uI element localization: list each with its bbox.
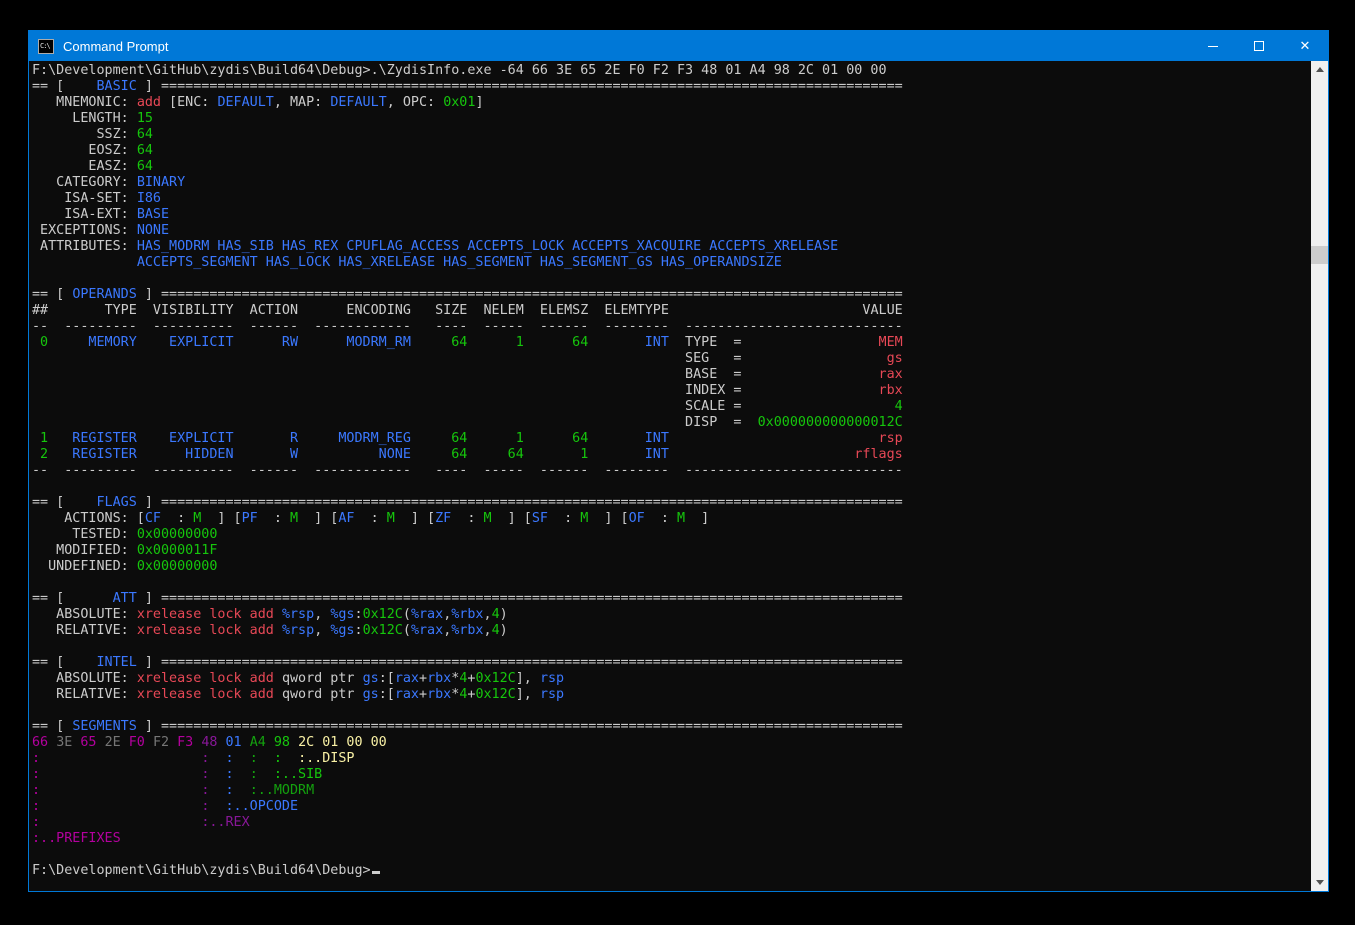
console-line: EXCEPTIONS: NONE [32,223,1310,239]
console-line: ## TYPE VISIBILITY ACTION ENCODING SIZE … [32,303,1310,319]
console-line [32,575,1310,591]
console-line [32,271,1310,287]
console-line: LENGTH: 15 [32,111,1310,127]
console-line: SSZ: 64 [32,127,1310,143]
console-line [32,703,1310,719]
console-line: == [ FLAGS ] ===========================… [32,495,1310,511]
console-line: ABSOLUTE: xrelease lock add %rsp, %gs:0x… [32,607,1310,623]
console-line: : : : : : :..DISP [32,751,1310,767]
console-line: TESTED: 0x00000000 [32,527,1310,543]
text-cursor [372,871,380,874]
console-line: ACTIONS: [CF : M ] [PF : M ] [AF : M ] [… [32,511,1310,527]
scrollbar-track[interactable] [1311,61,1328,891]
console-line: ISA-EXT: BASE [32,207,1310,223]
minimize-icon [1208,46,1218,47]
console-line: : :..REX [32,815,1310,831]
console-line: 1 REGISTER EXPLICIT R MODRM_REG 64 1 64 … [32,431,1310,447]
console-line: : : :..OPCODE [32,799,1310,815]
maximize-button[interactable] [1236,31,1282,61]
console-line: ABSOLUTE: xrelease lock add qword ptr gs… [32,671,1310,687]
console-line: ISA-SET: I86 [32,191,1310,207]
window-controls: ✕ [1190,31,1328,61]
console-line: BASE = rax [32,367,1310,383]
console-line: INDEX = rbx [32,383,1310,399]
console-line: ACCEPTS_SEGMENT HAS_LOCK HAS_XRELEASE HA… [32,255,1310,271]
console-line: == [ SEGMENTS ] ========================… [32,719,1310,735]
minimize-button[interactable] [1190,31,1236,61]
console-line: :..PREFIXES [32,831,1310,847]
cmd-icon: C:\ [38,39,54,54]
console-line: SEG = gs [32,351,1310,367]
console-line: 66 3E 65 2E F0 F2 F3 48 01 A4 98 2C 01 0… [32,735,1310,751]
console-line: -- --------- ---------- ------ ---------… [32,319,1310,335]
maximize-icon [1254,41,1264,51]
terminal-window: C:\ Command Prompt ✕ F:\Development\GitH… [28,30,1329,892]
console-line: 0 MEMORY EXPLICIT RW MODRM_RM 64 1 64 IN… [32,335,1310,351]
console-area[interactable]: F:\Development\GitHub\zydis\Build64\Debu… [29,61,1328,891]
console-line: MODIFIED: 0x0000011F [32,543,1310,559]
console-line: : : : :..MODRM [32,783,1310,799]
console-line: RELATIVE: xrelease lock add %rsp, %gs:0x… [32,623,1310,639]
console-line: RELATIVE: xrelease lock add qword ptr gs… [32,687,1310,703]
scroll-down-button[interactable] [1311,874,1328,891]
cmd-icon-glyph: C:\ [40,42,50,50]
close-button[interactable]: ✕ [1282,31,1328,61]
console-line: == [ INTEL ] ===========================… [32,655,1310,671]
console-line [32,639,1310,655]
console-line: EASZ: 64 [32,159,1310,175]
console-line: == [ OPERANDS ] ========================… [32,287,1310,303]
scroll-up-button[interactable] [1311,61,1328,78]
console-line: 2 REGISTER HIDDEN W NONE 64 64 1 INT rfl… [32,447,1310,463]
console-line: DISP = 0x000000000000012C [32,415,1310,431]
close-icon: ✕ [1300,40,1311,53]
title-bar[interactable]: C:\ Command Prompt ✕ [29,31,1328,61]
console-line [32,479,1310,495]
console-line: == [ ATT ] =============================… [32,591,1310,607]
console-output[interactable]: F:\Development\GitHub\zydis\Build64\Debu… [32,63,1310,879]
console-line: -- --------- ---------- ------ ---------… [32,463,1310,479]
console-line: ATTRIBUTES: HAS_MODRM HAS_SIB HAS_REX CP… [32,239,1310,255]
desktop: { "window": { "title": "Command Prompt",… [0,0,1355,925]
console-line: == [ BASIC ] ===========================… [32,79,1310,95]
console-line: UNDEFINED: 0x00000000 [32,559,1310,575]
console-line: MNEMONIC: add [ENC: DEFAULT, MAP: DEFAUL… [32,95,1310,111]
console-line: F:\Development\GitHub\zydis\Build64\Debu… [32,63,1310,79]
console-line: SCALE = 4 [32,399,1310,415]
console-line: CATEGORY: BINARY [32,175,1310,191]
scroll-down-icon [1316,880,1324,885]
scrollbar-thumb[interactable] [1311,246,1328,264]
scroll-up-icon [1316,67,1324,72]
console-line [32,847,1310,863]
console-line: EOSZ: 64 [32,143,1310,159]
window-title: Command Prompt [63,39,168,54]
console-line: : : : : :..SIB [32,767,1310,783]
console-line: F:\Development\GitHub\zydis\Build64\Debu… [32,863,1310,879]
